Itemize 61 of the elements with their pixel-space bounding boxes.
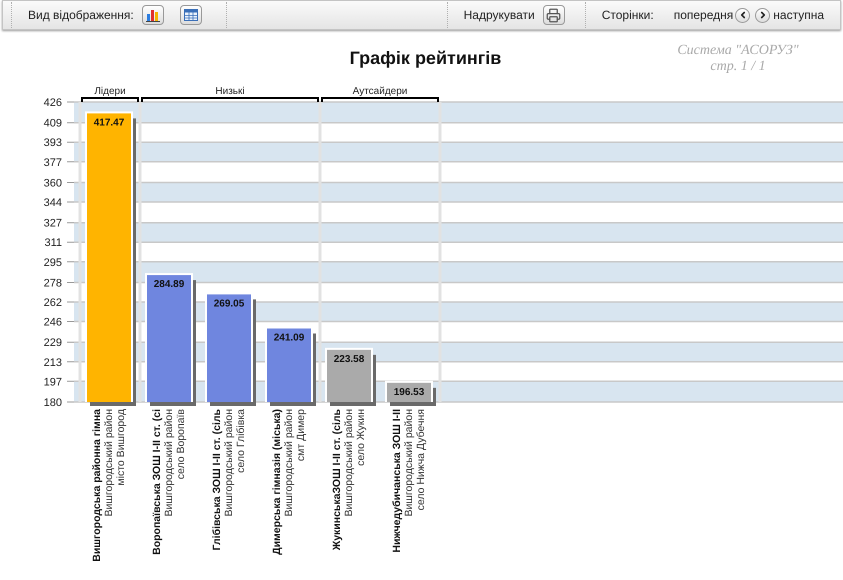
- town-label: село Воропаїв: [175, 409, 187, 480]
- value-label: 417.47: [94, 117, 124, 128]
- axis-tick-label: 246: [44, 316, 62, 328]
- category-label: Воропаївська ЗОШ І-ІІ ст. (сі: [151, 409, 163, 555]
- town-label: село Нижча Дубечня: [415, 409, 427, 510]
- group-bracket: [81, 97, 139, 102]
- axis-tick-label: 327: [44, 218, 62, 230]
- axis-tick-label: 393: [44, 137, 62, 150]
- printer-icon: [546, 8, 562, 22]
- town-label: смт Димер: [295, 409, 307, 462]
- category-label: Глібівська ЗОШ І-ІІ ст. (сіль: [211, 409, 223, 550]
- district-label: Вишгородський район: [403, 409, 415, 516]
- district-label: Вишгородський район: [223, 409, 235, 516]
- next-page-button[interactable]: [755, 8, 770, 22]
- town-label: село Глібівка: [235, 409, 247, 473]
- district-label: Вишгородський район: [343, 409, 355, 516]
- axis-tick-label: 311: [44, 237, 62, 250]
- value-label: 241.09: [274, 332, 304, 344]
- value-label: 196.53: [394, 386, 424, 398]
- axis-tick-label: 278: [44, 278, 62, 290]
- axis-tick-label: 409: [44, 118, 62, 130]
- value-label: 269.05: [214, 298, 244, 310]
- chart-title: Графік рейтингів: [350, 47, 502, 70]
- axis-tick-label: 229: [44, 337, 62, 350]
- category-label: Вишгородська районна гімна: [91, 409, 103, 562]
- category-label: ЖукинськаЗОШ І-ІІ ст. (сіль: [331, 409, 343, 550]
- print-button[interactable]: [542, 5, 565, 25]
- axis-tick-label: 295: [44, 256, 62, 269]
- table-icon: [184, 9, 198, 21]
- axis-tick-label: 377: [44, 156, 62, 169]
- next-page-link[interactable]: наступна: [773, 6, 824, 24]
- page-number: стр. 1 / 1: [709, 59, 767, 75]
- group-label: Низькі: [215, 86, 245, 97]
- axis-tick-label: 344: [44, 197, 62, 209]
- district-label: Вишгородський район: [163, 409, 175, 516]
- pages-label: Сторінки:: [602, 7, 654, 24]
- previous-page-button[interactable]: [735, 8, 750, 22]
- system-name: Система "АСОРУЗ": [676, 43, 800, 59]
- value-label: 284.89: [154, 279, 184, 290]
- value-label: 223.58: [334, 354, 364, 365]
- axis-tick-label: 360: [44, 178, 62, 190]
- axis-tick-label: 213: [44, 356, 62, 369]
- category-label: Нижчедубичанська ЗОШ І-ІІ: [391, 409, 403, 553]
- group-label: Лідери: [94, 86, 126, 97]
- chart-view-button[interactable]: [142, 5, 164, 25]
- table-view-button[interactable]: [180, 5, 202, 25]
- axis-tick-label: 262: [44, 297, 62, 309]
- bar-chart-icon: [146, 8, 160, 22]
- axis-tick-label: 426: [44, 97, 62, 109]
- axis-tick-label: 197: [44, 376, 62, 388]
- bar: [325, 348, 376, 406]
- group-label: Аутсайдери: [352, 86, 408, 97]
- category-label: Димерська гімназія (міська): [271, 409, 283, 555]
- town-label: місто Вишгород: [115, 409, 127, 486]
- district-label: Вишгородський район: [283, 409, 295, 516]
- axis-tick-label: 180: [44, 397, 62, 409]
- print-label: Надрукувати: [464, 7, 535, 24]
- previous-page-link[interactable]: попередня: [674, 6, 734, 24]
- view-mode-label: Вид відображення:: [28, 7, 134, 24]
- district-label: Вишгородський район: [103, 409, 115, 516]
- town-label: село Жукин: [355, 409, 367, 466]
